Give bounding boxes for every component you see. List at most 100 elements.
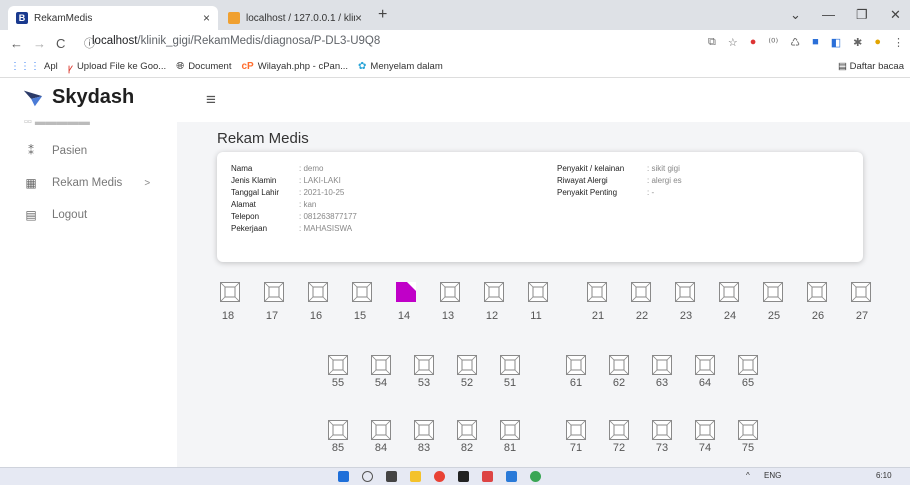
tooth-65[interactable] [737, 354, 759, 376]
brand[interactable]: Skydash [22, 86, 134, 109]
tooth-27[interactable] [850, 281, 872, 303]
tooth-22[interactable] [630, 281, 652, 303]
file-explorer-icon[interactable] [410, 471, 421, 482]
tooth-52[interactable] [456, 354, 478, 376]
tab-rekammedis[interactable]: B RekamMedis × [8, 6, 218, 30]
tooth-25[interactable] [762, 281, 784, 303]
extension-icons: ⧉ ☆ ● ⁽⁰⁾ ♺ ■ ◧ ✱ ● ⋮ [708, 36, 904, 49]
sidebar-item-pasien[interactable]: ⁑ Pasien [24, 144, 87, 158]
opera-extension-icon[interactable]: ● [750, 36, 757, 49]
sidebar-item-rekam-medis[interactable]: ▦ Rekam Medis > [24, 176, 150, 190]
tooth-26[interactable] [806, 281, 828, 303]
reading-list[interactable]: ▤ Daftar bacaa [838, 61, 904, 72]
tooth-12[interactable] [483, 281, 505, 303]
windows-start-icon[interactable] [338, 471, 349, 482]
profile-icon[interactable]: ● [874, 36, 881, 49]
tooth-16[interactable] [307, 281, 329, 303]
terminal-icon[interactable] [458, 471, 469, 482]
menu-icon[interactable]: ⋮ [893, 36, 904, 49]
bookmark-apl[interactable]: ⋮⋮⋮ Apl [10, 61, 58, 72]
bookmark-menyelam[interactable]: ✿ Menyelam dalam [358, 61, 443, 72]
puzzle-icon[interactable]: ✱ [853, 36, 862, 49]
bookmark-cpanel[interactable]: cP Wilayah.php - cPan... [242, 61, 349, 72]
tooth-73[interactable] [651, 419, 673, 441]
tooth-14[interactable] [396, 282, 416, 302]
tooth-81[interactable] [499, 419, 521, 441]
tooth-21[interactable] [586, 281, 608, 303]
extension-icon[interactable]: ◧ [831, 36, 841, 49]
clock[interactable]: 6:10 [876, 471, 892, 480]
tooth-53[interactable] [413, 354, 435, 376]
minimize-icon[interactable]: — [822, 7, 835, 22]
users-icon: ⁑ [28, 144, 34, 158]
tooth-55[interactable] [327, 354, 349, 376]
tooth-surface-icon [608, 354, 630, 376]
tooth-72[interactable] [608, 419, 630, 441]
tooth-surface-icon [219, 281, 241, 303]
info-label: Riwayat Alergi [557, 176, 608, 185]
tooth-51[interactable] [499, 354, 521, 376]
tooth-18[interactable] [219, 281, 241, 303]
info-label: Penyakit / kelainan [557, 164, 625, 173]
tooth-74[interactable] [694, 419, 716, 441]
info-value: : demo [299, 164, 324, 173]
back-icon[interactable]: ← [10, 36, 23, 51]
sync-extension-icon[interactable]: ♺ [790, 36, 800, 49]
tooth-54[interactable] [370, 354, 392, 376]
tooth-15[interactable] [351, 281, 373, 303]
tooth-24[interactable] [718, 281, 740, 303]
hamburger-menu-icon[interactable]: ≡ [206, 90, 216, 110]
tooth-surface-icon [499, 419, 521, 441]
tray-chevron-icon[interactable]: ^ [746, 471, 750, 480]
tooth-83[interactable] [413, 419, 435, 441]
tooth-number: 82 [460, 442, 474, 454]
chrome-icon[interactable] [434, 471, 445, 482]
tooth-84[interactable] [370, 419, 392, 441]
tooth-61[interactable] [565, 354, 587, 376]
tooth-63[interactable] [651, 354, 673, 376]
close-tab-icon[interactable]: × [355, 11, 362, 25]
app-icon[interactable] [482, 471, 493, 482]
forward-icon[interactable]: → [33, 36, 46, 51]
tooth-85[interactable] [327, 419, 349, 441]
restore-icon[interactable]: ❐ [856, 7, 868, 23]
tooth-17[interactable] [263, 281, 285, 303]
star-icon[interactable]: ☆ [728, 36, 738, 49]
bookmark-document[interactable]: 🌐︎ Document [176, 61, 231, 72]
search-icon[interactable] [362, 471, 373, 482]
tooth-surface-icon [370, 419, 392, 441]
app-icon[interactable] [530, 471, 541, 482]
tooth-23[interactable] [674, 281, 696, 303]
counter-extension-icon[interactable]: ⁽⁰⁾ [768, 36, 778, 49]
tab-search-icon[interactable]: ⌄ [790, 7, 801, 23]
task-view-icon[interactable] [386, 471, 397, 482]
extension-icon[interactable]: ■ [812, 36, 819, 49]
tooth-75[interactable] [737, 419, 759, 441]
translate-icon[interactable]: ⧉ [708, 36, 716, 49]
close-window-icon[interactable]: ✕ [890, 7, 901, 23]
tooth-number: 55 [331, 377, 345, 389]
sidebar-item-logout[interactable]: ▤ Logout [24, 208, 87, 222]
tooth-number: 18 [221, 310, 235, 322]
url-path: /klinik_gigi/RekamMedis/diagnosa/P-DL3-U… [137, 35, 381, 47]
info-row: Riwayat Alergi: alergi es [557, 176, 682, 185]
tooth-62[interactable] [608, 354, 630, 376]
vscode-icon[interactable] [506, 471, 517, 482]
tooth-11[interactable] [527, 281, 549, 303]
info-row: Pekerjaan: MAHASISWA [231, 224, 352, 233]
tooth-number: 13 [441, 310, 455, 322]
tooth-64[interactable] [694, 354, 716, 376]
reload-icon[interactable]: C [56, 36, 65, 51]
language-indicator[interactable]: ENG [764, 471, 781, 480]
reading-list-icon: ▤ [837, 61, 850, 72]
tooth-13[interactable] [439, 281, 461, 303]
bookmark-upload[interactable]: ꝩ Upload File ke Goo... [68, 60, 166, 74]
new-tab-button[interactable]: + [378, 6, 387, 24]
tooth-71[interactable] [565, 419, 587, 441]
url-field[interactable]: localhost/klinik_gigi/RekamMedis/diagnos… [92, 35, 380, 47]
bookmark-label: Apl [44, 61, 58, 72]
tab-phpmyadmin[interactable]: localhost / 127.0.0.1 / klinik_gigi × [220, 6, 370, 30]
info-row: Penyakit / kelainan: sikit gigi [557, 164, 680, 173]
tooth-82[interactable] [456, 419, 478, 441]
close-tab-icon[interactable]: × [203, 11, 210, 25]
